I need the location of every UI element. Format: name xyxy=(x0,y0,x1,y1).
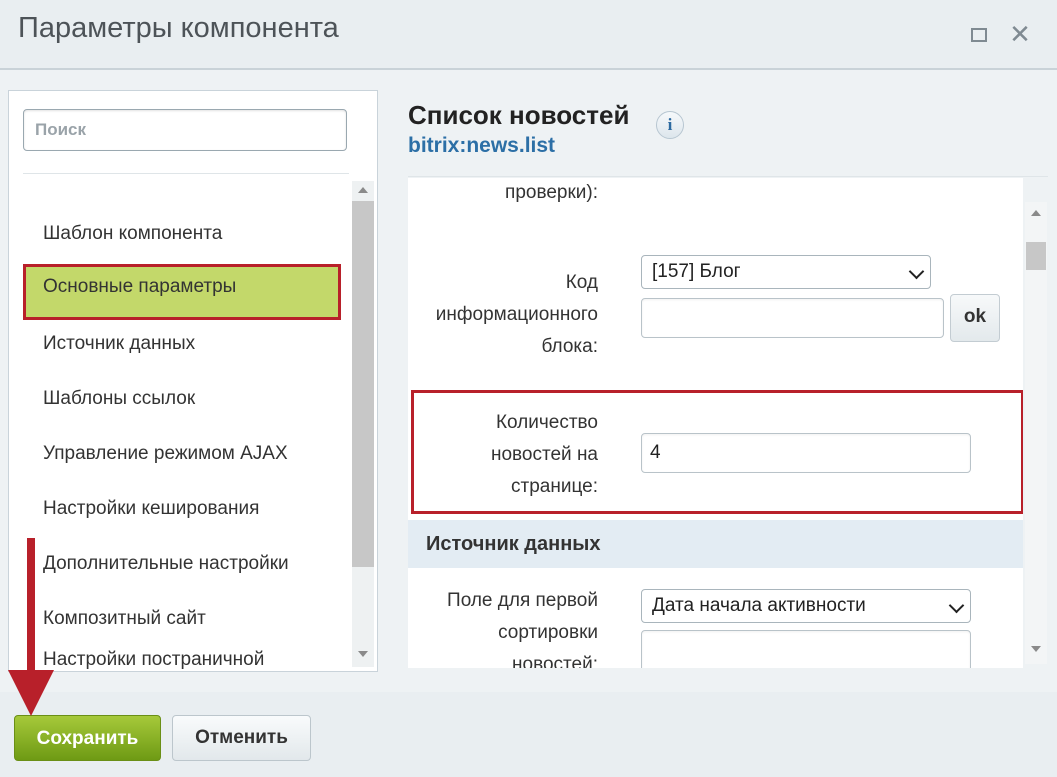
scroll-down-icon[interactable] xyxy=(358,651,368,657)
component-title: Список новостей xyxy=(408,100,630,130)
params-scroll-thumb[interactable] xyxy=(1026,242,1046,270)
search-box[interactable] xyxy=(23,109,347,151)
sort1-label-line2: сортировки xyxy=(498,622,598,643)
param-label-tail: проверки): xyxy=(505,182,598,203)
scroll-down-icon[interactable] xyxy=(1031,646,1041,652)
chevron-down-icon xyxy=(908,263,925,280)
sidebar-item-main-params[interactable]: Основные параметры xyxy=(23,264,341,320)
iblock-id-input[interactable] xyxy=(641,298,944,338)
dialog-titlebar: Параметры компонента ✕ xyxy=(0,0,1057,70)
info-icon[interactable]: i xyxy=(656,111,684,139)
sidebar-item-ajax[interactable]: Управление режимом AJAX xyxy=(23,431,341,477)
sort1-input[interactable] xyxy=(641,630,971,668)
search-input[interactable] xyxy=(33,110,337,150)
section-data-source: Источник данных xyxy=(408,520,1023,568)
sidebar-scrollbar[interactable] xyxy=(352,181,374,667)
chevron-down-icon xyxy=(948,597,965,614)
down-arrow-annotation xyxy=(8,538,54,716)
params-scrollbar[interactable] xyxy=(1025,202,1047,664)
sidebar-scroll-thumb[interactable] xyxy=(352,201,374,567)
iblock-select-value: [157] Блог xyxy=(652,261,741,282)
params-panel: проверки): Код информационного блока: [1… xyxy=(408,178,1023,668)
sort1-label-line1: Поле для первой xyxy=(447,590,598,611)
sort1-select-value: Дата начала активности xyxy=(652,595,866,616)
iblock-label-line1: Код xyxy=(565,272,598,293)
sidebar-item-pagination[interactable]: Настройки постраничной xyxy=(23,645,341,671)
scroll-up-icon[interactable] xyxy=(358,187,368,193)
sort1-label-line3: новостей: xyxy=(512,654,598,668)
sidebar-item-caching[interactable]: Настройки кеширования xyxy=(23,486,341,532)
dialog-title: Параметры компонента xyxy=(18,12,339,44)
content-divider xyxy=(408,176,1048,177)
iblock-label-line3: блока: xyxy=(541,336,598,357)
save-button[interactable]: Сохранить xyxy=(14,715,161,761)
sidebar-item-additional[interactable]: Дополнительные настройки xyxy=(23,541,341,587)
iblock-label-line2: информационного xyxy=(435,304,598,325)
close-icon[interactable]: ✕ xyxy=(1008,21,1032,47)
sidebar-item-data-source[interactable]: Источник данных xyxy=(23,321,341,367)
sidebar-item-url-templates[interactable]: Шаблоны ссылок xyxy=(23,376,341,422)
scroll-up-icon[interactable] xyxy=(1031,210,1041,216)
sidebar-item-template[interactable]: Шаблон компонента xyxy=(23,211,341,257)
news-count-highlight xyxy=(411,390,1023,514)
component-code: bitrix:news.list xyxy=(408,134,556,157)
ok-button[interactable]: ok xyxy=(950,294,1000,342)
iblock-select[interactable]: [157] Блог xyxy=(641,255,931,289)
cancel-button[interactable]: Отменить xyxy=(172,715,311,761)
sort1-select[interactable]: Дата начала активности xyxy=(641,589,971,623)
maximize-icon[interactable] xyxy=(967,22,991,46)
sidebar: Шаблон компонента Основные параметры Ист… xyxy=(8,90,378,672)
sidebar-item-composite[interactable]: Композитный сайт xyxy=(23,596,341,642)
component-settings: Список новостей i bitrix:news.list прове… xyxy=(408,90,1048,670)
sidebar-divider xyxy=(23,173,349,174)
